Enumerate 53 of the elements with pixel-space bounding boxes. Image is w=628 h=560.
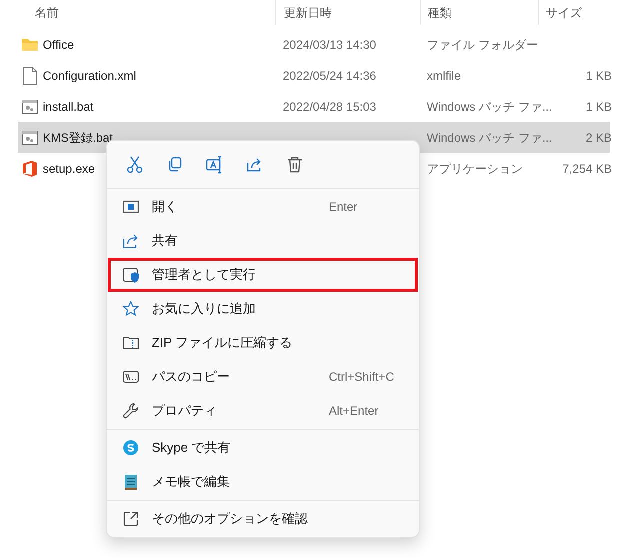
menu-item[interactable]: 開く Enter xyxy=(108,190,418,224)
trash-icon[interactable] xyxy=(286,156,304,174)
file-name: Configuration.xml xyxy=(43,68,136,84)
file-size: 2 KB xyxy=(586,130,612,144)
menu-item[interactable]: その他のオプションを確認 xyxy=(108,502,418,536)
menu-item[interactable]: パスのコピー Ctrl+Shift+C xyxy=(108,360,418,394)
file-row[interactable]: Office 2024/03/13 14:30 ファイル フォルダー xyxy=(18,29,610,60)
file-row[interactable]: Configuration.xml 2022/05/24 14:36 xmlfile 1 KB xyxy=(18,60,610,91)
zip-folder-icon xyxy=(123,335,139,351)
shield-window-icon xyxy=(123,267,139,283)
menu-item[interactable]: ZIP ファイルに圧縮する xyxy=(108,326,418,360)
file-row[interactable]: install.bat 2022/04/28 15:03 Windows バッチ ファ... 1 KB xyxy=(18,91,610,122)
file-type: xmlfile xyxy=(427,68,462,82)
column-header[interactable]: 名前 xyxy=(35,4,59,22)
modified-date: 2022/04/28 15:03 xyxy=(283,100,376,114)
notepad-icon xyxy=(123,474,139,490)
folder-icon xyxy=(22,38,38,52)
file-type: Windows バッチ ファ... xyxy=(427,130,552,144)
modified-date: 2024/03/13 14:30 xyxy=(283,38,376,52)
file-size: 1 KB xyxy=(586,100,612,114)
star-icon xyxy=(123,301,139,317)
share-icon xyxy=(123,233,139,249)
batch-file-icon xyxy=(22,98,38,114)
menu-item[interactable]: Skype で共有 xyxy=(108,431,418,465)
scissors-icon[interactable] xyxy=(126,156,144,174)
office-icon xyxy=(23,160,37,176)
menu-item[interactable]: 管理者として実行 xyxy=(108,258,418,292)
menu-item[interactable]: お気に入りに追加 xyxy=(108,292,418,326)
file-row[interactable]: setup.exe アプリケーション 7,254 KB xyxy=(18,153,610,184)
file-type: アプリケーション xyxy=(427,162,523,176)
wrench-icon xyxy=(123,403,139,419)
batch-file-icon xyxy=(22,130,38,146)
file-name: Office xyxy=(43,36,74,54)
file-size: 1 KB xyxy=(586,68,612,82)
window-icon xyxy=(123,199,139,215)
rename-icon[interactable] xyxy=(206,156,224,174)
file-type: Windows バッチ ファ... xyxy=(427,100,552,114)
open-external-icon xyxy=(123,511,139,527)
menu-item[interactable]: メモ帳で編集 xyxy=(108,465,418,499)
file-name: KMS登録.bat xyxy=(43,130,114,146)
path-icon xyxy=(123,369,139,385)
column-header[interactable]: 種類 xyxy=(428,4,452,22)
column-header[interactable]: サイズ xyxy=(546,4,582,22)
skype-icon xyxy=(123,440,139,456)
file-name: install.bat xyxy=(43,98,94,116)
file-type: ファイル フォルダー xyxy=(427,38,538,52)
file-size: 7,254 KB xyxy=(562,162,612,176)
column-header[interactable]: 更新日時 xyxy=(284,4,332,22)
modified-date: 2022/05/24 14:36 xyxy=(283,68,376,82)
document-icon xyxy=(23,66,37,84)
menu-item[interactable]: 共有 xyxy=(108,224,418,258)
menu-item[interactable]: プロパティ Alt+Enter xyxy=(108,394,418,428)
file-name: setup.exe xyxy=(43,160,96,178)
